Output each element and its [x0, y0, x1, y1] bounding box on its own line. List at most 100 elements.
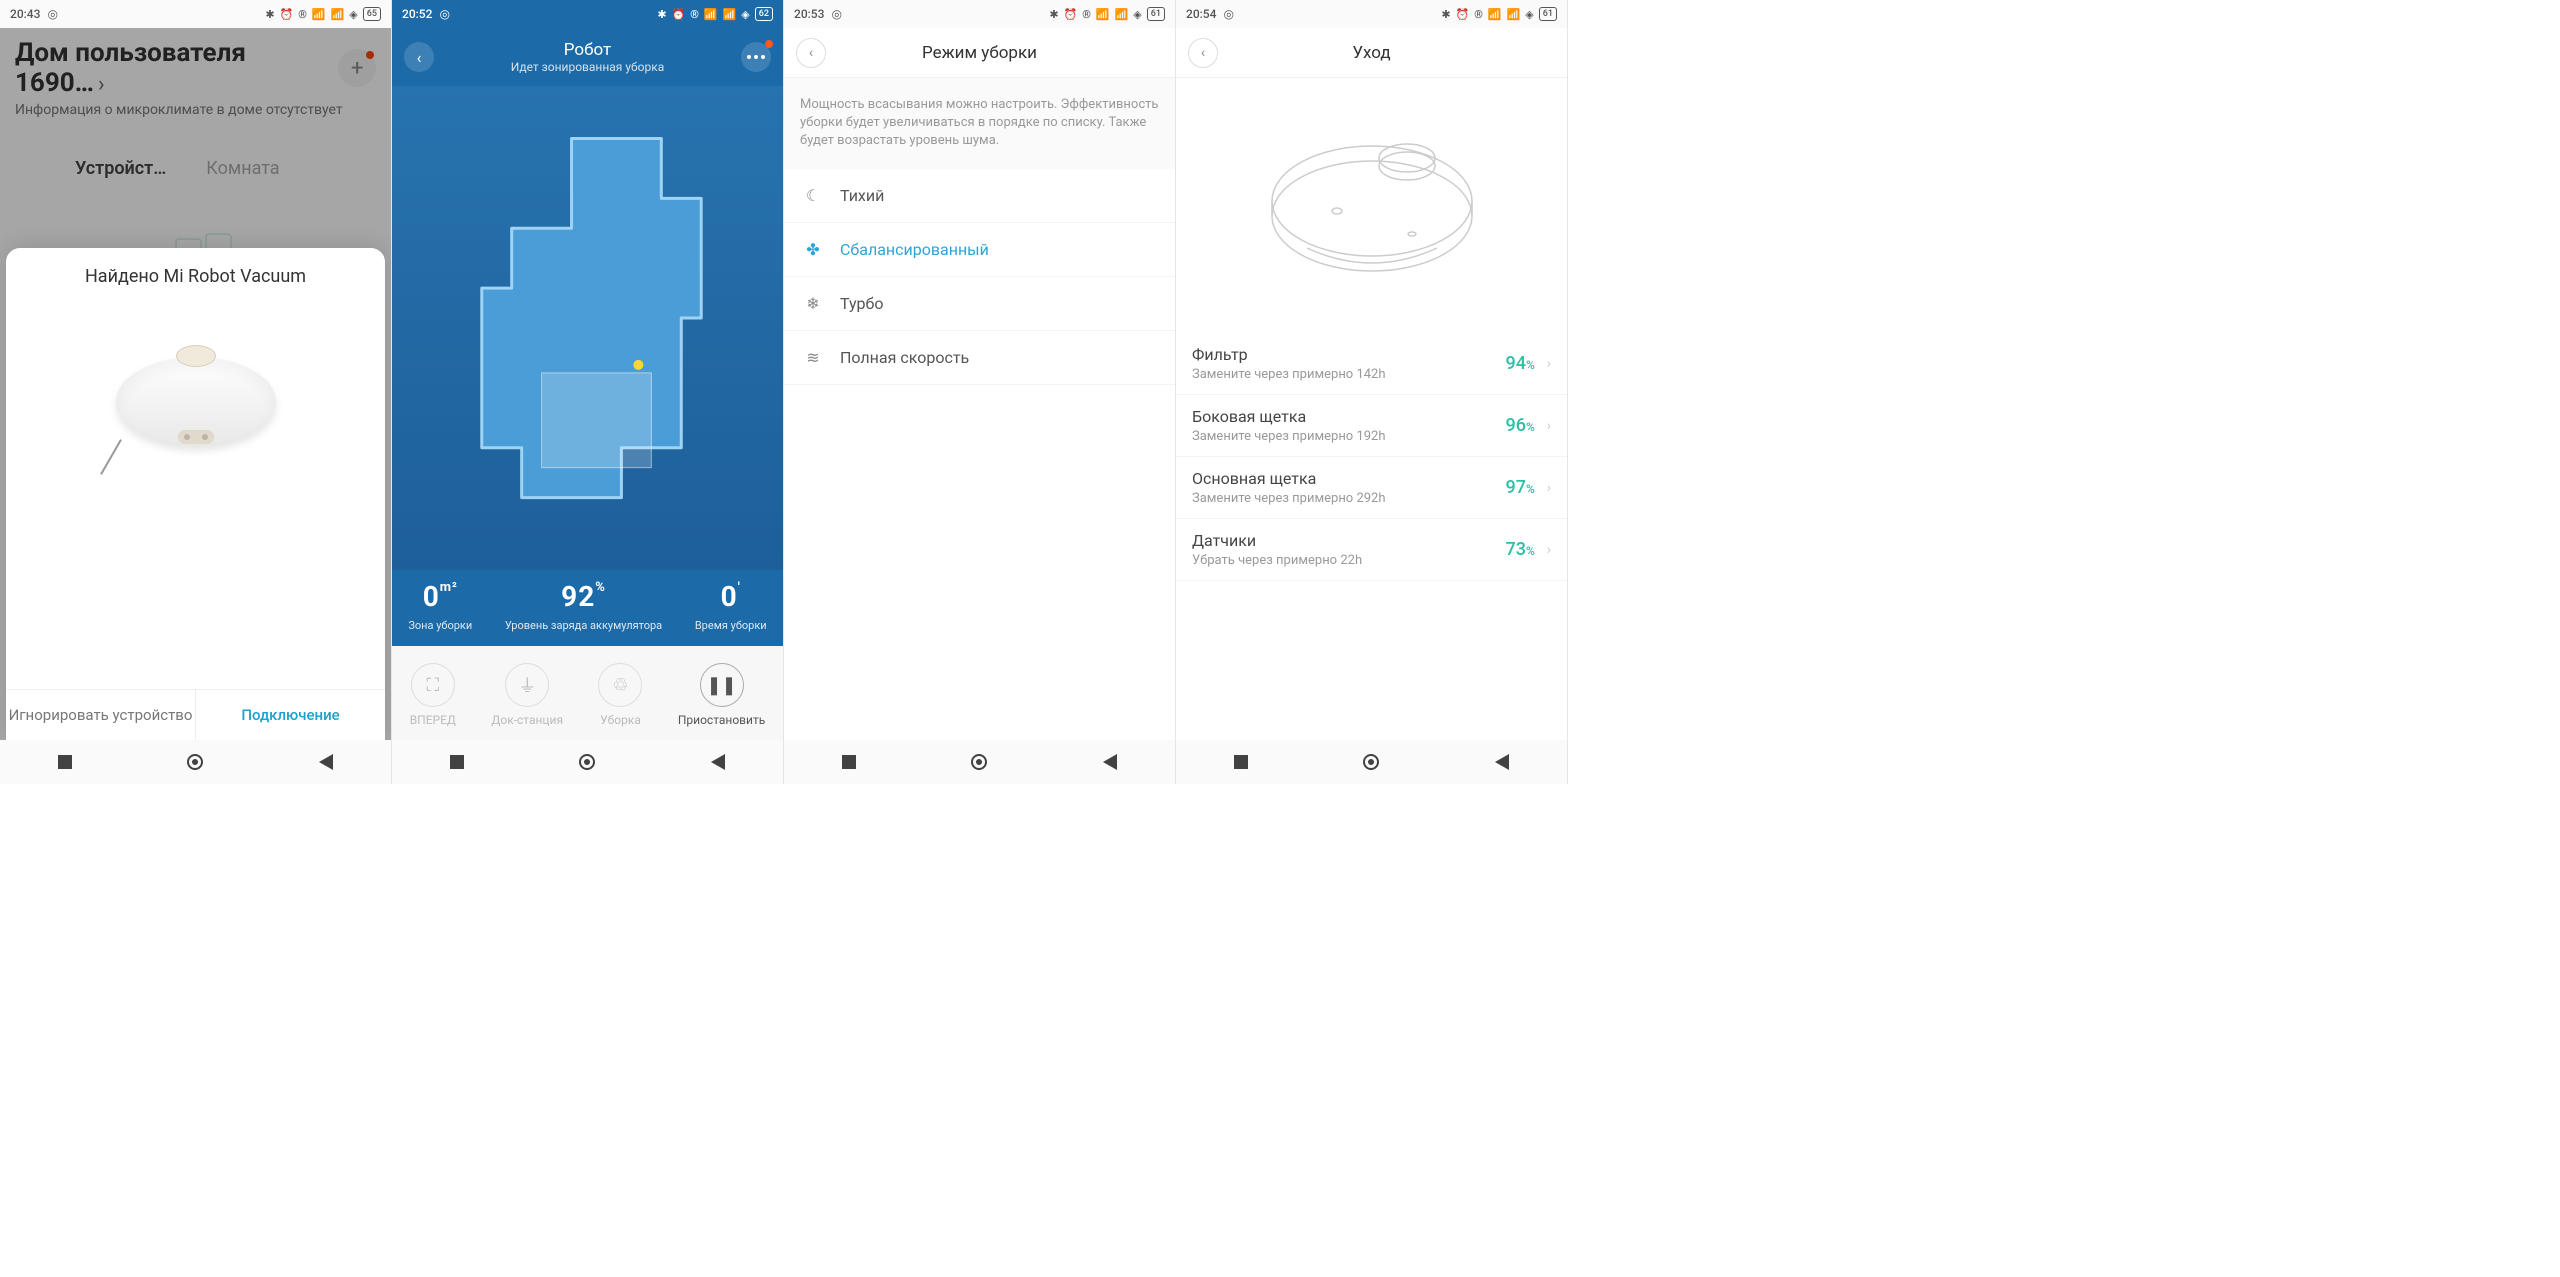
- android-nav-bar: [392, 740, 783, 784]
- signal-icon: 📶: [704, 8, 718, 21]
- dots-icon: [747, 55, 765, 59]
- vacuum-lineart: [1176, 78, 1567, 333]
- stat-area: 0m² Зона уборки: [408, 580, 472, 632]
- control-bar: ⛶ВПЕРЕД ⏚Док-станция ♲Уборка ❚❚Приостано…: [392, 646, 783, 740]
- page-title: Уход: [1218, 43, 1525, 63]
- back-button[interactable]: ‹: [404, 42, 434, 72]
- r-icon: ®: [1474, 8, 1483, 21]
- robot-header: ‹ Робот Идет зонированная уборка: [392, 28, 783, 86]
- bluetooth-icon: ✱: [1049, 8, 1058, 21]
- nav-recent-button[interactable]: [450, 755, 464, 769]
- item-sensors[interactable]: ДатчикиУбрать через примерно 22h 73% ›: [1176, 519, 1567, 581]
- mode-turbo[interactable]: ❄Турбо: [784, 277, 1175, 331]
- instagram-icon: ◎: [47, 7, 57, 21]
- status-bar: 20:54◎ ✱⏰®📶📶◈ 61: [1176, 0, 1567, 28]
- moon-icon: ☾: [802, 186, 824, 205]
- bluetooth-icon: ✱: [1441, 8, 1450, 21]
- percentage: 73%: [1505, 539, 1534, 560]
- item-filter[interactable]: ФильтрЗамените через примерно 142h 94% ›: [1176, 333, 1567, 395]
- instagram-icon: ◎: [1223, 7, 1233, 21]
- item-side-brush[interactable]: Боковая щеткаЗамените через примерно 192…: [1176, 395, 1567, 457]
- chevron-right-icon: ›: [1547, 418, 1551, 434]
- care-screen: ‹ Уход ФильтрЗамените через примерно 14: [1176, 28, 1567, 740]
- signal-icon-2: 📶: [1507, 8, 1521, 21]
- header: ‹ Режим уборки: [784, 28, 1175, 78]
- alarm-icon: ⏰: [672, 8, 686, 21]
- screenshot-1-mihome: 20:43◎ ✱ ⏰ ® 📶 📶 ◈ 65 Дом пользователя 1…: [0, 0, 392, 784]
- r-icon: ®: [298, 8, 307, 21]
- battery-indicator: 61: [1147, 7, 1165, 21]
- cleaning-map[interactable]: [392, 86, 783, 570]
- battery-indicator: 65: [363, 7, 381, 21]
- android-nav-bar: [1176, 740, 1567, 784]
- nav-recent-button[interactable]: [58, 755, 72, 769]
- nav-recent-button[interactable]: [1234, 755, 1248, 769]
- status-time: 20:52: [402, 7, 432, 21]
- signal-icon: 📶: [1096, 8, 1110, 21]
- signal-icon-2: 📶: [331, 8, 345, 21]
- bluetooth-icon: ✱: [265, 8, 274, 21]
- nav-home-button[interactable]: [579, 754, 595, 770]
- nav-back-button[interactable]: [1495, 754, 1509, 770]
- wifi-icon: ◈: [741, 8, 749, 21]
- header-title: Робот: [511, 40, 665, 60]
- stats-row: 0m² Зона уборки 92% Уровень заряда аккум…: [392, 570, 783, 646]
- screenshot-2-robot-map: 20:52◎ ✱⏰®📶📶◈ 62 ‹ Робот Идет зонированн…: [392, 0, 784, 784]
- ignore-device-button[interactable]: Игнорировать устройство: [6, 690, 196, 740]
- more-button[interactable]: [741, 42, 771, 72]
- signal-icon-2: 📶: [1115, 8, 1129, 21]
- signal-icon: 📶: [312, 8, 326, 21]
- stat-battery: 92% Уровень заряда аккумулятора: [505, 580, 662, 632]
- status-bar: 20:43◎ ✱ ⏰ ® 📶 📶 ◈ 65: [0, 0, 391, 28]
- status-time: 20:43: [10, 7, 40, 21]
- screenshot-3-cleaning-mode: 20:53◎ ✱⏰®📶📶◈ 61 ‹ Режим уборки Мощность…: [784, 0, 1176, 784]
- chevron-right-icon: ›: [1547, 356, 1551, 372]
- android-nav-bar: [784, 740, 1175, 784]
- snowflake-icon: ❄: [802, 294, 824, 313]
- nav-home-button[interactable]: [1363, 754, 1379, 770]
- nav-back-button[interactable]: [711, 754, 725, 770]
- mode-list: ☾Тихий ✤Сбалансированный ❄Турбо ≋Полная …: [784, 169, 1175, 385]
- pause-button[interactable]: ❚❚Приостановить: [678, 663, 765, 727]
- map-svg: [392, 86, 783, 570]
- battery-indicator: 61: [1539, 7, 1557, 21]
- back-button[interactable]: ‹: [796, 38, 826, 68]
- content: Дом пользователя 1690…› + Информация о м…: [0, 28, 391, 740]
- connect-button[interactable]: Подключение: [196, 690, 385, 740]
- percentage: 96%: [1505, 415, 1534, 436]
- plug-icon: ⏚: [505, 663, 549, 707]
- device-found-sheet: Найдено Mi Robot Vacuum Игнорировать уст…: [6, 248, 385, 740]
- screenshot-4-maintenance: 20:54◎ ✱⏰®📶📶◈ 61 ‹ Уход: [1176, 0, 1568, 784]
- sheet-title: Найдено Mi Robot Vacuum: [6, 266, 385, 287]
- maintenance-list: ФильтрЗамените через примерно 142h 94% ›…: [1176, 333, 1567, 581]
- nav-back-button[interactable]: [1103, 754, 1117, 770]
- status-bar: 20:53◎ ✱⏰®📶📶◈ 61: [784, 0, 1175, 28]
- nav-home-button[interactable]: [187, 754, 203, 770]
- fan-icon: ✤: [802, 240, 824, 259]
- mode-balanced[interactable]: ✤Сбалансированный: [784, 223, 1175, 277]
- nav-home-button[interactable]: [971, 754, 987, 770]
- status-time: 20:53: [794, 7, 824, 21]
- vacuum-illustration: [106, 317, 286, 477]
- back-button[interactable]: ‹: [1188, 38, 1218, 68]
- android-nav-bar: [0, 740, 391, 784]
- mode-quiet[interactable]: ☾Тихий: [784, 169, 1175, 223]
- mode-full[interactable]: ≋Полная скорость: [784, 331, 1175, 385]
- nav-back-button[interactable]: [319, 754, 333, 770]
- wifi-icon: ◈: [1133, 8, 1141, 21]
- r-icon: ®: [1082, 8, 1091, 21]
- nav-recent-button[interactable]: [842, 755, 856, 769]
- chevron-right-icon: ›: [1547, 480, 1551, 496]
- wifi-icon: ◈: [349, 8, 357, 21]
- signal-icon-2: 📶: [723, 8, 737, 21]
- forward-button[interactable]: ⛶ВПЕРЕД: [410, 663, 456, 727]
- mode-screen: ‹ Режим уборки Мощность всасывания можно…: [784, 28, 1175, 740]
- percentage: 97%: [1505, 477, 1534, 498]
- wifi-icon: ◈: [1525, 8, 1533, 21]
- clean-button[interactable]: ♲Уборка: [598, 663, 642, 727]
- dock-button[interactable]: ⏚Док-станция: [491, 663, 563, 727]
- item-main-brush[interactable]: Основная щеткаЗамените через примерно 29…: [1176, 457, 1567, 519]
- r-icon: ®: [690, 8, 699, 21]
- robot-position-icon: [633, 360, 643, 370]
- vacuum-icon: ♲: [598, 663, 642, 707]
